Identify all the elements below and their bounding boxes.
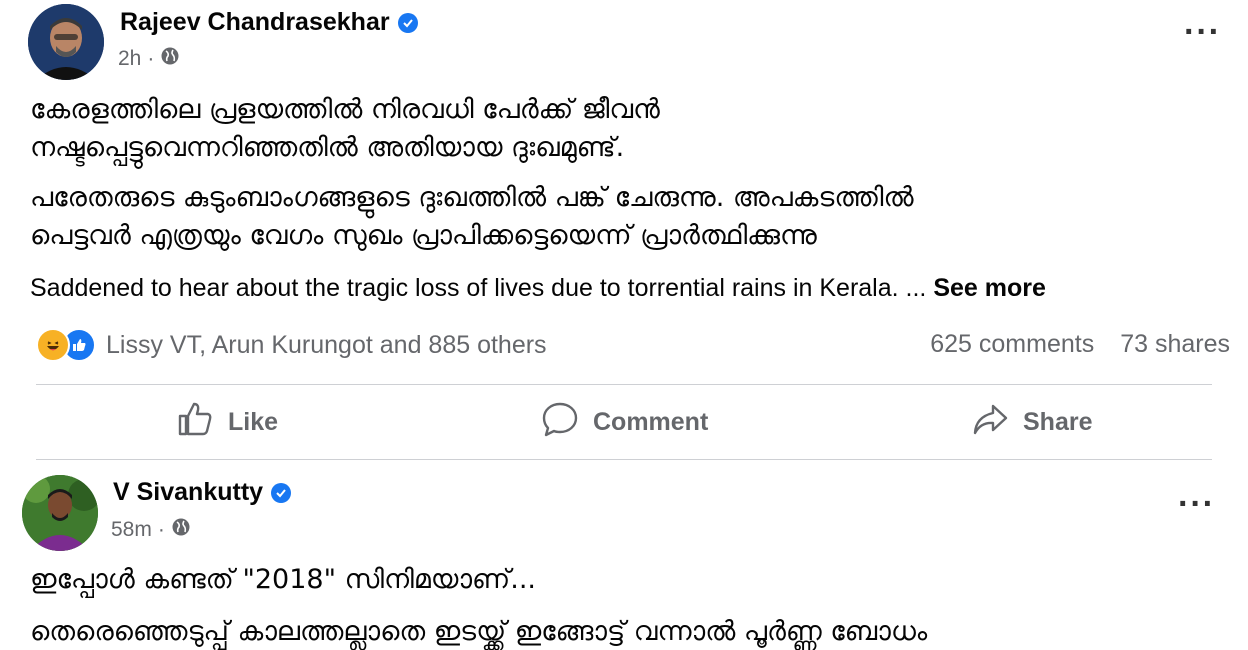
- globe-icon: [171, 517, 191, 543]
- comment-label: Comment: [593, 408, 709, 436]
- author-avatar[interactable]: [28, 4, 104, 80]
- more-options-icon[interactable]: ···: [1178, 487, 1215, 521]
- globe-icon: [160, 46, 180, 72]
- post-time[interactable]: 58m: [111, 518, 152, 542]
- post-meta: 58m ·: [111, 517, 191, 543]
- author-avatar[interactable]: [22, 475, 98, 551]
- author-name[interactable]: Rajeev Chandrasekhar: [120, 8, 418, 37]
- post-card: V Sivankutty 58m · ··· ഇപ്പോൾ കണ്ടത് "20…: [0, 460, 1248, 650]
- post-text-line: നഷ്ടപ്പെട്ടുവെന്നറിഞ്ഞതിൽ അതിയായ ദുഃഖമുണ…: [30, 132, 625, 163]
- like-button[interactable]: Like: [176, 400, 278, 445]
- meta-separator: ·: [147, 47, 155, 70]
- haha-reaction-icon: [36, 328, 70, 362]
- author-name-text[interactable]: Rajeev Chandrasekhar: [120, 8, 390, 37]
- meta-separator: ·: [157, 518, 165, 541]
- more-options-icon[interactable]: ···: [1184, 15, 1221, 49]
- comment-button[interactable]: Comment: [541, 400, 708, 445]
- post-meta: 2h ·: [118, 46, 180, 72]
- post-text-line: പെട്ടവർ എത്രയും വേഗം സുഖം പ്രാപിക്കട്ടെയ…: [30, 220, 817, 251]
- like-label: Like: [228, 408, 279, 436]
- reactions-summary[interactable]: Lissy VT, Arun Kurungot and 885 others: [36, 328, 547, 362]
- post-card: Rajeev Chandrasekhar 2h · ··· കേരളത്തിലെ…: [0, 0, 1248, 460]
- verified-badge-icon: [397, 12, 418, 33]
- post-text-line: ഇപ്പോൾ കണ്ടത് "2018" സിനിമയാണ്...: [30, 564, 537, 595]
- divider: [36, 384, 1212, 385]
- author-name-text[interactable]: V Sivankutty: [113, 478, 263, 507]
- post-time[interactable]: 2h: [118, 47, 141, 71]
- share-button[interactable]: Share: [971, 400, 1092, 445]
- share-arrow-icon: [971, 400, 1009, 445]
- post-text-line: കേരളത്തിലെ പ്രളയത്തിൽ നിരവധി പേർക്ക് ജീവ…: [30, 94, 660, 125]
- post-english-text: Saddened to hear about the tragic loss o…: [30, 274, 1046, 303]
- post-text-line: പരേതരുടെ കുടുംബാംഗങ്ങളുടെ ദുഃഖത്തിൽ പങ്ക…: [30, 182, 914, 213]
- post-text-line: തെരെഞ്ഞെടുപ്പ് കാലത്തല്ലാതെ ഇടയ്ക്ക് ഇങ്…: [30, 616, 928, 647]
- comments-count[interactable]: 625 comments: [930, 330, 1094, 359]
- english-text: Saddened to hear about the tragic loss o…: [30, 274, 927, 302]
- share-label: Share: [1023, 408, 1093, 436]
- see-more-link[interactable]: See more: [933, 274, 1046, 302]
- verified-badge-icon: [271, 482, 292, 503]
- thumbs-up-icon: [176, 400, 214, 445]
- shares-count[interactable]: 73 shares: [1120, 330, 1230, 359]
- reaction-names[interactable]: Lissy VT, Arun Kurungot and 885 others: [106, 331, 547, 360]
- author-name[interactable]: V Sivankutty: [113, 478, 292, 507]
- comment-bubble-icon: [541, 400, 579, 445]
- engagement-stats: 625 comments 73 shares: [930, 330, 1230, 359]
